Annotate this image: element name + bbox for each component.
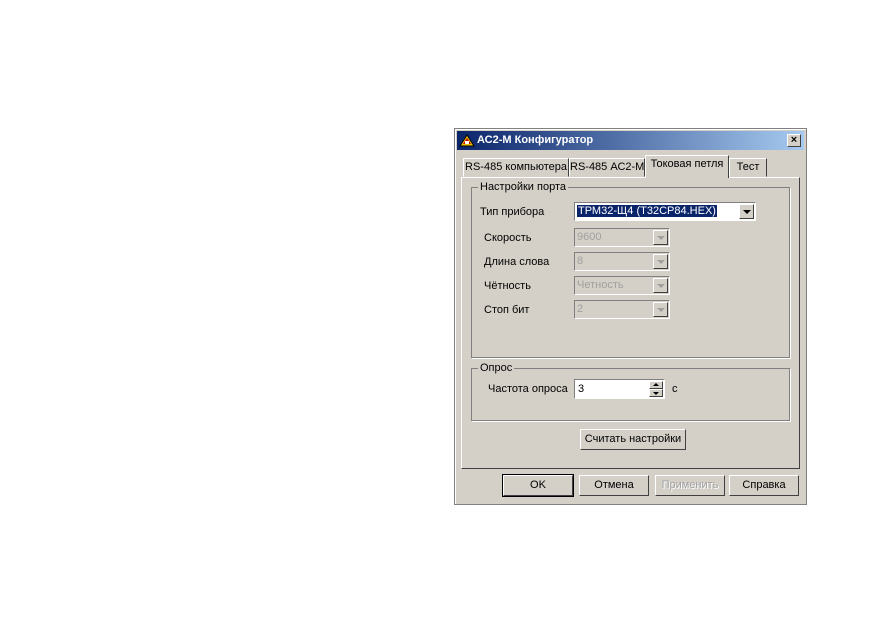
parity-dropdown-button[interactable]	[653, 278, 668, 293]
word-length-label: Длина слова	[484, 256, 550, 268]
stop-bits-select[interactable]: 2	[574, 300, 670, 319]
app-icon	[459, 133, 475, 148]
speed-dropdown-button[interactable]	[653, 230, 668, 245]
tab-label: RS-485 АС2-М	[570, 161, 645, 173]
ok-label: OK	[530, 479, 546, 491]
device-type-dropdown-button[interactable]	[739, 204, 754, 219]
device-type-label: Тип прибора	[480, 206, 545, 218]
read-settings-button[interactable]: Считать настройки	[580, 429, 686, 450]
polling-frequency-value: 3	[578, 383, 585, 395]
tab-panel: Настройки порта Тип прибора ТРМ32-Щ4 (T3…	[461, 177, 800, 469]
tab-test[interactable]: Тест	[729, 158, 767, 177]
apply-button[interactable]: Применить	[655, 475, 725, 496]
apply-label: Применить	[661, 479, 719, 491]
help-button[interactable]: Справка	[729, 475, 799, 496]
device-type-value: ТРМ32-Щ4 (T32CP84.HEX)	[577, 205, 717, 217]
tab-rs485-computer[interactable]: RS-485 компьютера	[463, 158, 569, 177]
chevron-down-icon	[657, 284, 665, 288]
speed-label: Скорость	[484, 232, 532, 244]
parity-value: Четность	[577, 279, 624, 291]
cancel-label: Отмена	[594, 479, 634, 491]
polling-unit: с	[672, 383, 678, 395]
chevron-down-icon	[657, 260, 665, 264]
tab-current-loop[interactable]: Токовая петля	[645, 155, 729, 178]
word-length-dropdown-button[interactable]	[653, 254, 668, 269]
speed-select[interactable]: 9600	[574, 228, 670, 247]
stop-bits-dropdown-button[interactable]	[653, 302, 668, 317]
close-icon: ×	[790, 134, 798, 146]
tab-label: RS-485 компьютера	[465, 161, 567, 173]
word-length-select[interactable]: 8	[574, 252, 670, 271]
parity-select[interactable]: Четность	[574, 276, 670, 295]
spin-down-button[interactable]	[649, 389, 663, 397]
window-title: АС2-М Конфигуратор	[477, 134, 594, 146]
stop-bits-value: 2	[577, 303, 584, 315]
tab-label: Тест	[736, 161, 760, 173]
help-label: Справка	[742, 479, 786, 491]
spin-up-button[interactable]	[649, 381, 663, 389]
parity-label: Чётность	[484, 280, 531, 292]
cancel-button[interactable]: Отмена	[579, 475, 649, 496]
chevron-down-icon	[743, 210, 751, 214]
polling-frequency-label: Частота опроса	[488, 383, 568, 395]
ok-button[interactable]: OK	[502, 474, 574, 497]
read-settings-label: Считать настройки	[584, 433, 682, 445]
chevron-down-icon	[657, 308, 665, 312]
config-dialog: АС2-М Конфигуратор × RS-485 компьютера R…	[454, 128, 807, 505]
port-settings-title: Настройки порта	[478, 181, 568, 193]
polling-frequency-stepper[interactable]: 3	[574, 379, 665, 399]
tab-label: Токовая петля	[650, 158, 724, 170]
speed-value: 9600	[577, 231, 602, 243]
word-length-value: 8	[577, 255, 584, 267]
chevron-up-icon	[653, 383, 659, 386]
close-button[interactable]: ×	[787, 134, 801, 147]
stop-bits-label: Стоп бит	[484, 304, 530, 316]
title-bar[interactable]: АС2-М Конфигуратор ×	[457, 131, 804, 150]
chevron-down-icon	[653, 392, 659, 395]
tab-rs485-ac2m[interactable]: RS-485 АС2-М	[569, 158, 645, 177]
chevron-down-icon	[657, 236, 665, 240]
device-type-select[interactable]: ТРМ32-Щ4 (T32CP84.HEX)	[574, 202, 756, 221]
polling-title: Опрос	[478, 362, 515, 374]
